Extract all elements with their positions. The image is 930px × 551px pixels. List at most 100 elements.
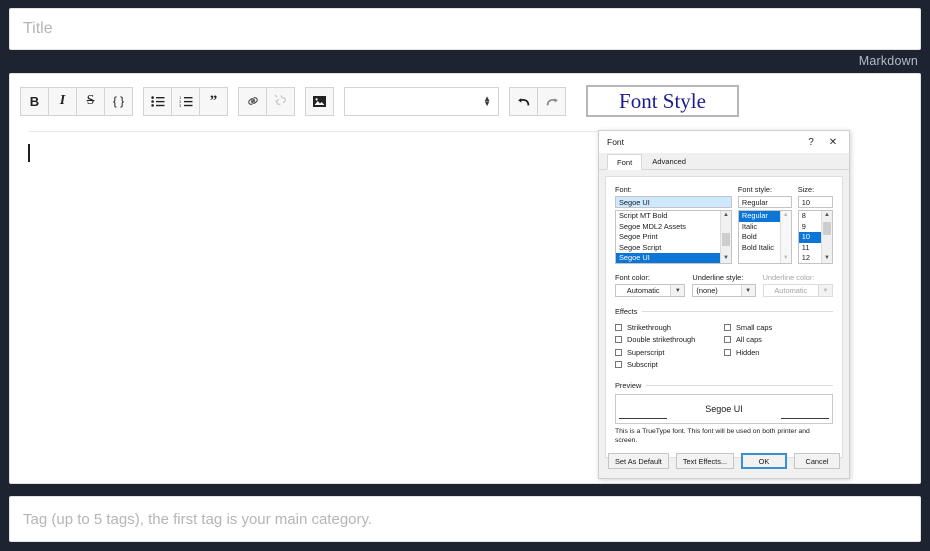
size-list[interactable]: 8 9 10 11 12 ▲ ▼ — [797, 210, 833, 264]
checkbox[interactable] — [615, 361, 622, 369]
font-color-label: Font color: — [615, 273, 650, 282]
cancel-button[interactable]: Cancel — [794, 453, 840, 469]
list-item[interactable]: Bold — [739, 232, 780, 243]
list-item[interactable]: Script MT Bold — [616, 211, 720, 222]
chevron-up-icon[interactable]: ▲ — [824, 211, 830, 220]
chevron-updown-icon: ▲ ▼ — [483, 94, 491, 108]
font-list[interactable]: Script MT Bold Segoe MDL2 Assets Segoe P… — [615, 210, 732, 264]
all-caps-checkbox-row[interactable]: All caps — [724, 334, 833, 347]
checkbox[interactable] — [724, 323, 731, 331]
history-group — [509, 86, 566, 116]
code-button[interactable]: { } — [104, 86, 133, 116]
preview-sample-text: Segoe UI — [705, 404, 743, 414]
preview-note: This is a TrueType font. This font will … — [615, 428, 810, 444]
list-item[interactable]: Bold Italic — [739, 243, 780, 254]
unlink-button[interactable] — [266, 86, 295, 116]
list-item-selected[interactable]: Segoe UI — [616, 253, 720, 263]
list-item[interactable]: Segoe Script — [616, 243, 720, 254]
superscript-label: Superscript — [627, 347, 665, 357]
link-button[interactable] — [238, 86, 267, 116]
font-color-select[interactable]: Automatic ▼ — [615, 284, 686, 297]
strikethrough-checkbox-row[interactable]: Strikethrough — [615, 321, 724, 334]
underline-color-select[interactable]: Automatic ▼ — [762, 284, 833, 297]
effects-label: Effects — [615, 307, 638, 316]
numbered-list-button[interactable]: 1 2 3 — [171, 86, 200, 116]
font-dialog-title: Font — [607, 137, 625, 147]
undo-button[interactable] — [509, 86, 538, 116]
checkbox[interactable] — [724, 336, 731, 344]
scrollbar-thumb[interactable] — [721, 233, 730, 246]
ok-button[interactable]: OK — [741, 453, 787, 469]
double-strikethrough-checkbox-row[interactable]: Double strikethrough — [615, 334, 724, 347]
set-as-default-button[interactable]: Set As Default — [608, 453, 669, 469]
font-dialog-footer: Set As Default Text Effects... OK Cancel — [599, 444, 849, 478]
size-list-scrollbar[interactable]: ▲ ▼ — [821, 211, 832, 263]
subscript-checkbox-row[interactable]: Subscript — [615, 359, 724, 372]
underline-style-select[interactable]: (none) ▼ — [692, 284, 756, 297]
font-style-input[interactable]: Regular — [737, 196, 792, 208]
font-dialog-tabs: Font Advanced — [599, 153, 849, 170]
chevron-down-icon[interactable]: ▼ — [824, 254, 830, 263]
font-style-list[interactable]: Regular Italic Bold Bold Italic ▲ ▼ — [737, 210, 792, 264]
size-label: Size: — [797, 185, 815, 194]
effects-group-header: Effects — [615, 307, 833, 316]
chevron-up-icon[interactable]: ▲ — [723, 211, 729, 220]
list-item-selected[interactable]: Regular — [738, 211, 780, 222]
close-icon[interactable]: ✕ — [822, 132, 844, 152]
list-item[interactable]: 11 — [799, 243, 821, 254]
underline-style-field: Underline style: (none) ▼ — [692, 273, 756, 297]
title-placeholder: Title — [23, 20, 53, 37]
bullet-list-icon — [150, 95, 165, 107]
chevron-down-icon[interactable]: ▼ — [670, 285, 685, 296]
bold-button[interactable]: B — [20, 86, 49, 116]
hidden-checkbox-row[interactable]: Hidden — [724, 346, 833, 359]
list-item[interactable]: 8 — [799, 211, 821, 222]
font-name-input[interactable]: Segoe UI — [615, 196, 732, 208]
chevron-down-icon[interactable]: ▼ — [818, 285, 832, 296]
small-caps-checkbox-row[interactable]: Small caps — [724, 321, 833, 334]
font-style-scrollbar[interactable]: ▲ ▼ — [779, 211, 791, 263]
format-select[interactable]: ▲ ▼ — [344, 86, 499, 116]
list-item[interactable]: Segoe MDL2 Assets — [616, 222, 720, 233]
font-style-list-items: Regular Italic Bold Bold Italic — [738, 211, 780, 263]
chevron-down-icon[interactable]: ▼ — [783, 254, 789, 263]
checkbox[interactable] — [615, 323, 622, 331]
font-style-label: Font style: — [737, 185, 773, 194]
checkbox[interactable] — [615, 348, 622, 356]
strikethrough-button[interactable]: S — [76, 86, 105, 116]
quote-button[interactable]: ” — [199, 86, 228, 116]
font-list-items: Script MT Bold Segoe MDL2 Assets Segoe P… — [616, 211, 720, 263]
checkbox[interactable] — [615, 336, 622, 344]
title-input[interactable]: Title — [9, 8, 921, 50]
chevron-up-icon[interactable]: ▲ — [783, 211, 789, 220]
list-group: 1 2 3 ” — [143, 86, 228, 116]
hidden-label: Hidden — [736, 347, 760, 357]
superscript-checkbox-row[interactable]: Superscript — [615, 346, 724, 359]
help-icon[interactable]: ? — [800, 132, 822, 152]
list-item[interactable]: Italic — [739, 222, 780, 233]
tab-font[interactable]: Font — [607, 154, 643, 170]
strikethrough-label: Strikethrough — [627, 322, 671, 332]
text-effects-button[interactable]: Text Effects... — [675, 453, 735, 469]
chevron-down-icon[interactable]: ▼ — [740, 285, 755, 296]
list-item-selected[interactable]: 10 — [798, 232, 821, 243]
markdown-mode-label[interactable]: Markdown — [859, 54, 918, 68]
redo-button[interactable] — [537, 86, 566, 116]
chevron-down-icon[interactable]: ▼ — [723, 254, 729, 263]
tag-input[interactable]: Tag (up to 5 tags), the first tag is you… — [9, 496, 921, 542]
tab-advanced[interactable]: Advanced — [642, 153, 696, 169]
image-button[interactable] — [305, 86, 334, 116]
font-style-button[interactable]: Font Style — [586, 85, 739, 117]
image-icon — [313, 95, 326, 107]
underline-style-value: (none) — [696, 286, 718, 295]
checkbox[interactable] — [724, 348, 731, 356]
italic-button[interactable]: I — [48, 86, 77, 116]
list-item[interactable]: 12 — [799, 253, 821, 263]
text-format-group: B I S { } — [20, 86, 133, 116]
font-list-scrollbar[interactable]: ▲ ▼ — [719, 211, 731, 263]
bullet-list-button[interactable] — [143, 86, 172, 116]
size-input[interactable]: 10 — [797, 196, 833, 208]
list-item[interactable]: 9 — [799, 222, 821, 233]
scrollbar-thumb[interactable] — [823, 222, 831, 235]
list-item[interactable]: Segoe Print — [616, 232, 720, 243]
